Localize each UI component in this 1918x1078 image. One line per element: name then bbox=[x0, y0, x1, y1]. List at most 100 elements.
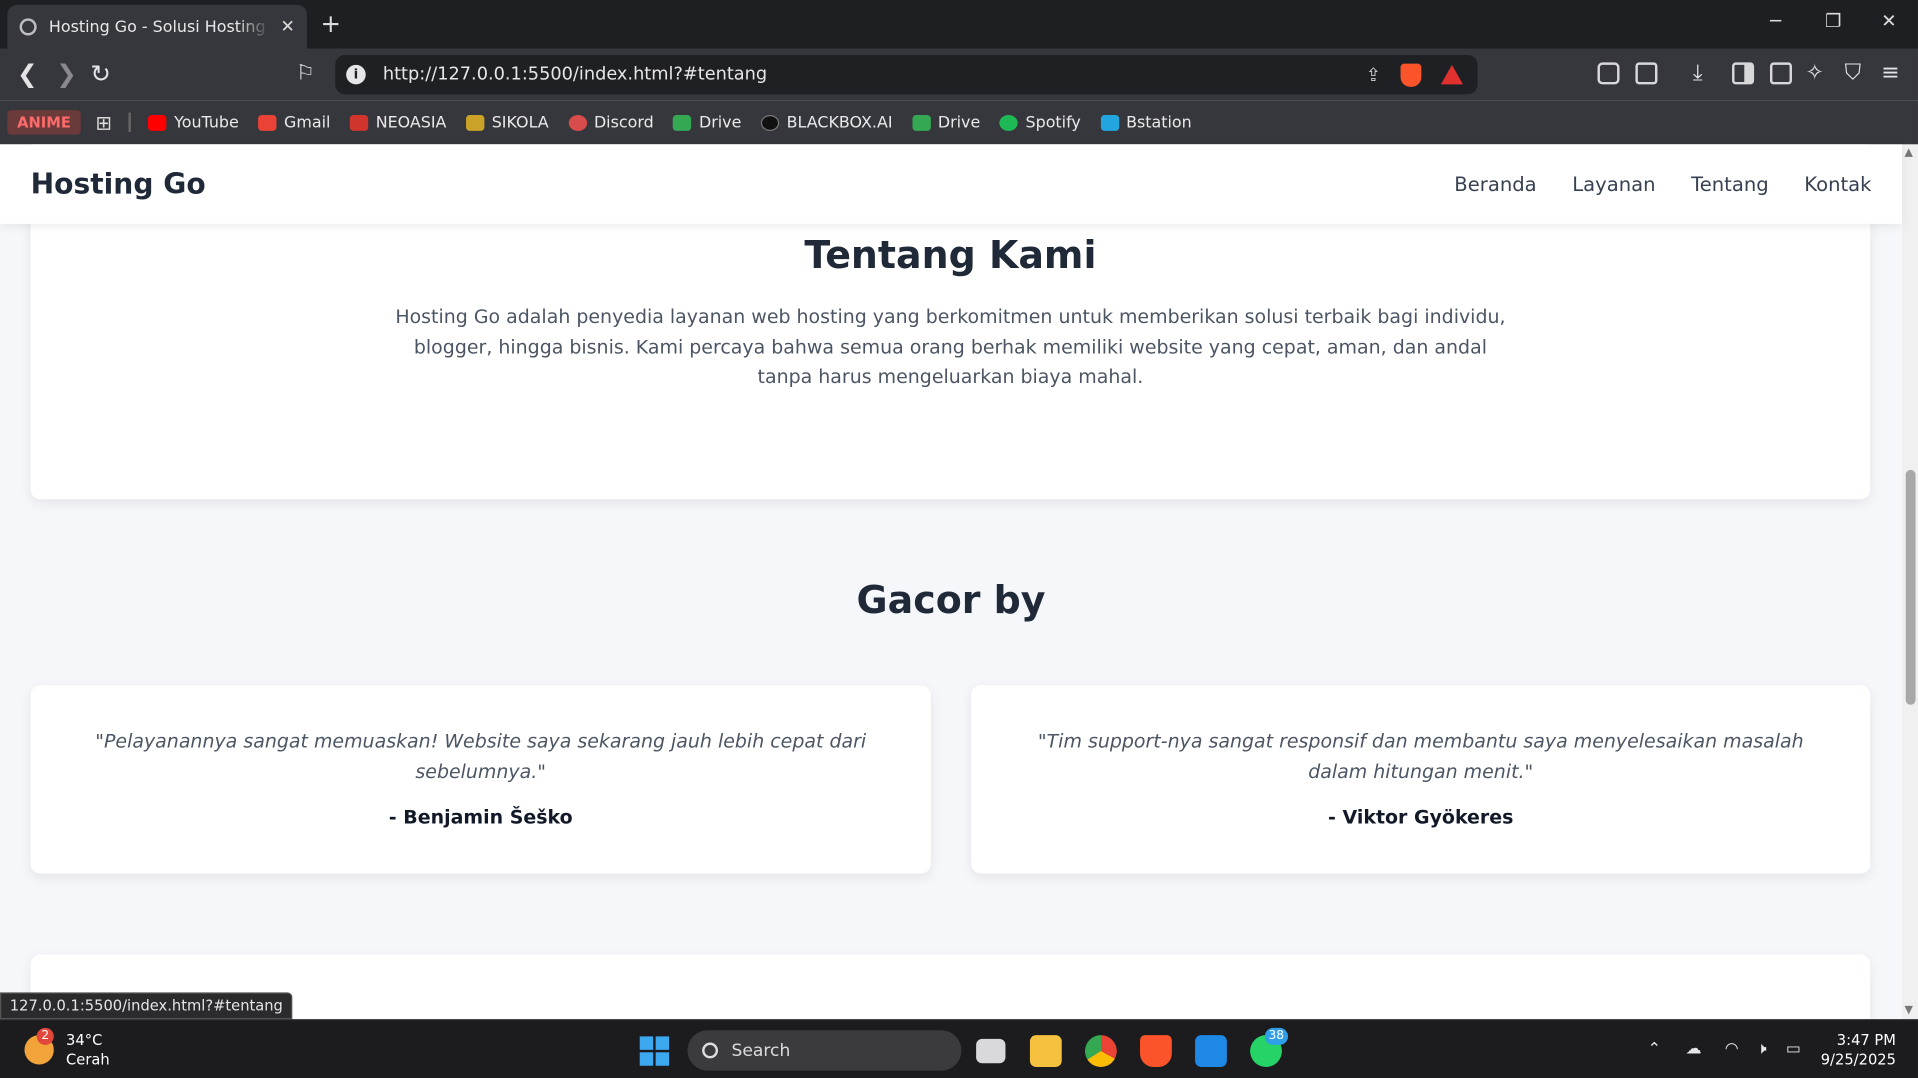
browser-tab-active[interactable]: Hosting Go - Solusi Hosting Cepat ✕ bbox=[7, 4, 308, 49]
clock-date: 9/25/2025 bbox=[1820, 1051, 1896, 1069]
apps-grid-icon[interactable]: ⊞ bbox=[95, 111, 111, 134]
brave-rewards-icon[interactable] bbox=[1440, 64, 1463, 85]
bookmarks-bar: ANIME ⊞ YouTube Gmail NEOASIA SIKOLA Dis… bbox=[0, 100, 1918, 145]
wallet-icon[interactable] bbox=[1769, 62, 1792, 85]
bookmark-item[interactable]: Spotify bbox=[999, 113, 1081, 132]
bookmark-item[interactable]: Bstation bbox=[1100, 113, 1192, 132]
bookmark-item[interactable]: NEOASIA bbox=[350, 113, 446, 132]
scroll-up-icon[interactable]: ▲ bbox=[1905, 147, 1913, 159]
url-text[interactable]: http://127.0.0.1:5500/index.html?#tentan… bbox=[383, 65, 1366, 85]
youtube-icon bbox=[148, 114, 167, 131]
browser-tab-bar: Hosting Go - Solusi Hosting Cepat ✕ + ─ … bbox=[0, 0, 1918, 49]
search-label: Search bbox=[731, 1040, 791, 1061]
reload-icon[interactable]: ↻ bbox=[91, 60, 112, 87]
testimonials-title: Gacor by bbox=[856, 578, 1046, 623]
testimonial-author: - Benjamin Šeško bbox=[388, 806, 573, 829]
chrome-icon[interactable] bbox=[1084, 1035, 1117, 1067]
bookmark-divider bbox=[128, 112, 132, 133]
site-info-icon[interactable]: i bbox=[346, 64, 366, 85]
forward-icon[interactable]: ❯ bbox=[56, 60, 77, 87]
back-icon[interactable]: ❮ bbox=[17, 60, 38, 87]
battery-icon[interactable]: ▭ bbox=[1786, 1040, 1801, 1058]
brave-icon[interactable] bbox=[1140, 1035, 1172, 1067]
drive-icon bbox=[673, 114, 692, 131]
search-icon bbox=[702, 1042, 719, 1059]
blackbox-icon bbox=[760, 114, 780, 131]
scroll-down-icon[interactable]: ▼ bbox=[1905, 1005, 1913, 1017]
bookmark-item[interactable]: Drive bbox=[912, 113, 980, 132]
weather-sun-icon: 2 bbox=[24, 1027, 54, 1065]
testimonial-card: "Pelayanannya sangat memuaskan! Website … bbox=[30, 685, 931, 874]
weather-desc: Cerah bbox=[66, 1051, 110, 1069]
discord-icon bbox=[568, 114, 587, 131]
site-brand[interactable]: Hosting Go bbox=[31, 168, 1425, 200]
restore-icon[interactable]: ❐ bbox=[1825, 10, 1841, 32]
taskbar-search[interactable]: Search bbox=[687, 1030, 962, 1071]
browser-toolbar: ❮ ❯ ↻ ⚐ i http://127.0.0.1:5500/index.ht… bbox=[0, 48, 1918, 101]
testimonial-author: - Viktor Gyökeres bbox=[1328, 806, 1514, 829]
spotify-icon bbox=[999, 114, 1019, 131]
drive-icon bbox=[912, 114, 931, 131]
tray-overflow-icon[interactable]: ⌃ bbox=[1648, 1040, 1661, 1058]
page-viewport: Tentang Kami Hosting Go adalah penyedia … bbox=[0, 144, 1903, 1020]
whatsapp-badge: 38 bbox=[1264, 1027, 1288, 1045]
brave-shields-icon[interactable] bbox=[1400, 63, 1422, 87]
neoasia-icon bbox=[350, 114, 369, 131]
share-icon[interactable]: ⇪ bbox=[1366, 64, 1381, 86]
nav-layanan[interactable]: Layanan bbox=[1572, 173, 1655, 196]
site-nav: Beranda Layanan Tentang Kontak bbox=[1425, 173, 1871, 196]
gmail-icon bbox=[258, 114, 277, 131]
clock-time: 3:47 PM bbox=[1836, 1031, 1896, 1049]
bookmark-item[interactable]: SIKOLA bbox=[466, 113, 549, 132]
bookmark-item[interactable]: BLACKBOX.AI bbox=[760, 113, 893, 132]
bookmark-item[interactable]: YouTube bbox=[148, 113, 239, 132]
close-tab-icon[interactable]: ✕ bbox=[280, 17, 294, 37]
downloads-icon[interactable]: ⤓ bbox=[1693, 60, 1703, 87]
weather-badge: 2 bbox=[36, 1027, 54, 1045]
os-taskbar: 2 34°C Cerah Search 38 ⌃ ☁ ◠ 🕨 ▭ 3:47 PM… bbox=[0, 1019, 1918, 1078]
task-view-icon[interactable] bbox=[976, 1038, 1006, 1064]
about-text: Hosting Go adalah penyedia layanan web h… bbox=[395, 305, 1506, 388]
wifi-icon[interactable]: ◠ bbox=[1725, 1040, 1739, 1058]
testimonial-quote: "Pelayanannya sangat memuaskan! Website … bbox=[95, 730, 867, 784]
bookmark-item[interactable]: Drive bbox=[673, 113, 741, 132]
address-bar[interactable]: i http://127.0.0.1:5500/index.html?#tent… bbox=[335, 55, 1478, 95]
leo-ai-icon[interactable]: ✧ bbox=[1805, 60, 1823, 87]
extensions-icon[interactable] bbox=[1597, 62, 1620, 85]
reader-mode-icon[interactable] bbox=[1635, 62, 1658, 85]
sikola-icon bbox=[466, 114, 485, 131]
page-scrollbar[interactable]: ▲ ▼ bbox=[1902, 144, 1918, 1020]
weather-temp: 34°C bbox=[66, 1031, 103, 1049]
close-window-icon[interactable]: ✕ bbox=[1881, 10, 1896, 32]
nav-tentang[interactable]: Tentang bbox=[1691, 173, 1769, 196]
vscode-icon[interactable] bbox=[1195, 1035, 1227, 1067]
tab-title: Hosting Go - Solusi Hosting Cepat bbox=[48, 17, 271, 37]
bookmark-item[interactable]: Gmail bbox=[258, 113, 330, 132]
about-title: Tentang Kami bbox=[804, 233, 1097, 278]
testimonial-card: "Tim support-nya sangat responsif dan me… bbox=[971, 685, 1871, 874]
windows-start-icon[interactable] bbox=[639, 1036, 670, 1066]
bstation-icon bbox=[1100, 114, 1119, 131]
onedrive-icon[interactable]: ☁ bbox=[1686, 1040, 1702, 1058]
bookmark-icon[interactable]: ⚐ bbox=[296, 60, 315, 87]
globe-icon bbox=[19, 18, 37, 36]
vpn-icon[interactable]: ⛉ bbox=[1845, 60, 1862, 87]
whatsapp-icon[interactable]: 38 bbox=[1250, 1027, 1288, 1067]
next-section-card bbox=[30, 954, 1871, 1020]
weather-widget[interactable]: 2 34°C Cerah bbox=[24, 1027, 110, 1069]
bookmark-anime[interactable]: ANIME bbox=[7, 110, 81, 135]
volume-muted-icon[interactable]: 🕨 bbox=[1757, 1040, 1767, 1058]
minimize-icon[interactable]: ─ bbox=[1770, 10, 1781, 32]
testimonial-quote: "Tim support-nya sangat responsif dan me… bbox=[1037, 730, 1804, 784]
clock[interactable]: 3:47 PM 9/25/2025 bbox=[1821, 1030, 1896, 1069]
new-tab-button[interactable]: + bbox=[320, 10, 341, 37]
file-explorer-icon[interactable] bbox=[1029, 1035, 1062, 1067]
bookmark-item[interactable]: Discord bbox=[568, 113, 654, 132]
nav-beranda[interactable]: Beranda bbox=[1454, 173, 1536, 196]
sidebar-icon[interactable] bbox=[1732, 62, 1755, 85]
site-header: Hosting Go Beranda Layanan Tentang Konta… bbox=[0, 144, 1903, 224]
nav-kontak[interactable]: Kontak bbox=[1804, 173, 1871, 196]
scrollbar-thumb[interactable] bbox=[1905, 469, 1916, 705]
link-status-bar: 127.0.0.1:5500/index.html?#tentang bbox=[0, 992, 293, 1020]
menu-icon[interactable]: ≡ bbox=[1881, 60, 1899, 87]
